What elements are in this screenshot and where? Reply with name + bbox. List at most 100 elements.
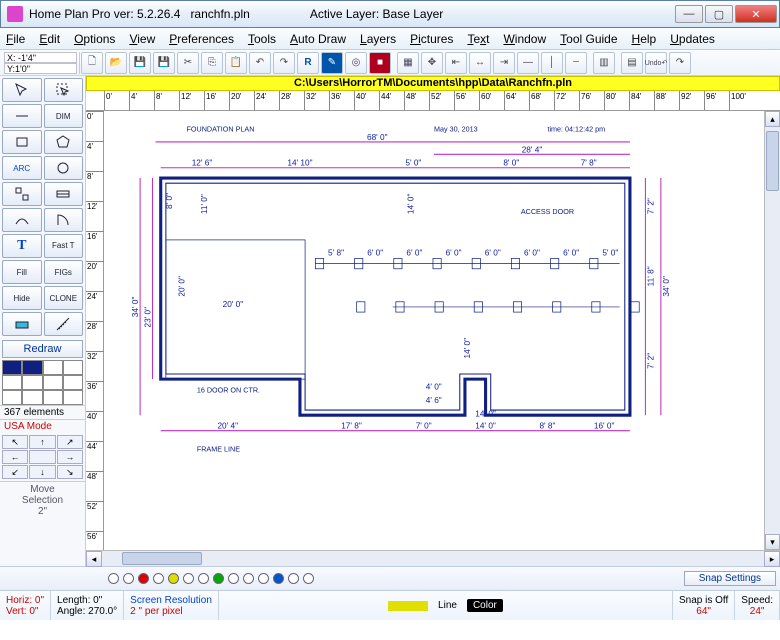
redo-icon[interactable]: ↷ <box>273 52 295 74</box>
color-button[interactable]: Color <box>467 599 503 612</box>
tool-pointer[interactable] <box>2 78 42 102</box>
hscroll-thumb[interactable] <box>122 552 202 565</box>
menu-updates[interactable]: Updates <box>670 32 715 46</box>
move-icon[interactable]: ✥ <box>421 52 443 74</box>
horizontal-scrollbar[interactable]: ◂ ▸ <box>86 550 780 566</box>
svg-text:14' 10": 14' 10" <box>287 159 312 168</box>
tool-curve[interactable] <box>2 208 42 232</box>
tool-select[interactable] <box>44 78 84 102</box>
tool-door[interactable] <box>44 208 84 232</box>
snap-dot-icon[interactable] <box>198 573 209 584</box>
tool-fill[interactable]: Fill <box>2 260 42 284</box>
scroll-right-icon[interactable]: ▸ <box>764 551 780 567</box>
minimize-button[interactable]: — <box>675 5 703 23</box>
menu-file[interactable]: File <box>6 32 25 46</box>
menu-pictures[interactable]: Pictures <box>410 32 453 46</box>
svg-text:7' 2": 7' 2" <box>647 198 656 214</box>
tool-poly[interactable] <box>44 130 84 154</box>
tool-clone[interactable]: CLONE <box>44 286 84 310</box>
new-icon[interactable]: 🗋 <box>81 52 103 74</box>
grid-icon[interactable]: ▦ <box>397 52 419 74</box>
svg-text:16' 0": 16' 0" <box>594 422 615 431</box>
color-swatches[interactable] <box>2 360 83 405</box>
snap-dot-icon[interactable] <box>288 573 299 584</box>
undo-icon[interactable]: ↶ <box>249 52 271 74</box>
vscroll-thumb[interactable] <box>766 131 779 191</box>
snap-bar: Snap Settings <box>0 566 780 590</box>
reg-icon[interactable]: R <box>297 52 319 74</box>
tool-dim[interactable]: DIM <box>44 104 84 128</box>
target-icon[interactable]: ◎ <box>345 52 367 74</box>
tool-arc[interactable]: ARC <box>2 156 42 180</box>
tool-figs[interactable]: FIGs <box>44 260 84 284</box>
cut-icon[interactable]: ✂ <box>177 52 199 74</box>
snap-dot-icon[interactable] <box>123 573 134 584</box>
vline-icon[interactable]: │ <box>541 52 563 74</box>
status-length-angle: Length: 0" Angle: 270.0° <box>51 591 124 620</box>
menu-text[interactable]: Text <box>467 32 489 46</box>
tool-line[interactable] <box>2 104 42 128</box>
menu-layers[interactable]: Layers <box>360 32 396 46</box>
nudge-arrows[interactable]: ↖↑↗ ←→ ↙↓↘ <box>2 435 83 479</box>
tool-rect[interactable] <box>2 130 42 154</box>
paste-icon[interactable]: 📋 <box>225 52 247 74</box>
menu-window[interactable]: Window <box>503 32 546 46</box>
bars-icon[interactable]: ▥ <box>593 52 615 74</box>
menu-autodraw[interactable]: Auto Draw <box>290 32 346 46</box>
undo2-icon[interactable]: Undo↶ <box>645 52 667 74</box>
snap-dot-icon[interactable] <box>258 573 269 584</box>
snap-dot-icon[interactable] <box>138 573 149 584</box>
snap-dot-icon[interactable] <box>108 573 119 584</box>
scroll-down-icon[interactable]: ▾ <box>765 534 780 550</box>
drawing-canvas[interactable]: FOUNDATION PLAN May 30, 2013 time: 04:12… <box>104 111 764 550</box>
snap-dot-icon[interactable] <box>183 573 194 584</box>
menu-tools[interactable]: Tools <box>248 32 276 46</box>
menu-toolguide[interactable]: Tool Guide <box>560 32 617 46</box>
tool-circle[interactable] <box>44 156 84 180</box>
tool-measure[interactable] <box>44 312 84 336</box>
snap-dot-icon[interactable] <box>168 573 179 584</box>
chart-icon[interactable]: ▤ <box>621 52 643 74</box>
tool-text[interactable]: T <box>2 234 42 258</box>
snap-dot-icon[interactable] <box>213 573 224 584</box>
open-icon[interactable]: 📂 <box>105 52 127 74</box>
copy-icon[interactable]: ⎘ <box>201 52 223 74</box>
brush-icon[interactable]: ✎ <box>321 52 343 74</box>
align-l-icon[interactable]: ⇤ <box>445 52 467 74</box>
snap-dot-icon[interactable] <box>228 573 239 584</box>
menu-options[interactable]: Options <box>74 32 115 46</box>
scroll-left-icon[interactable]: ◂ <box>86 551 102 567</box>
menu-preferences[interactable]: Preferences <box>169 32 234 46</box>
menu-edit[interactable]: Edit <box>39 32 60 46</box>
tool-hide[interactable]: Hide <box>2 286 42 310</box>
record-icon[interactable]: ■ <box>369 52 391 74</box>
hline-icon[interactable]: — <box>517 52 539 74</box>
snap-settings-button[interactable]: Snap Settings <box>684 571 776 586</box>
canvas-area: C:\Users\HorrorTM\Documents\hpp\Data\Ran… <box>86 76 780 566</box>
scroll-up-icon[interactable]: ▴ <box>765 111 780 127</box>
redo2-icon[interactable]: ↷ <box>669 52 691 74</box>
snap-dot-icon[interactable] <box>303 573 314 584</box>
snap-dot-icon[interactable] <box>273 573 284 584</box>
save-icon[interactable]: 💾 <box>129 52 151 74</box>
svg-text:11' 8": 11' 8" <box>647 266 656 286</box>
menu-view[interactable]: View <box>129 32 155 46</box>
vertical-scrollbar[interactable]: ▴ ▾ <box>764 111 780 550</box>
tool-wall[interactable] <box>2 182 42 206</box>
redraw-button[interactable]: Redraw <box>2 340 83 358</box>
snap-dot-icon[interactable] <box>153 573 164 584</box>
tool-fast-text[interactable]: Fast T <box>44 234 84 258</box>
dash-icon[interactable]: ┄ <box>565 52 587 74</box>
snap-dot-icon[interactable] <box>243 573 254 584</box>
save-all-icon[interactable]: 💾 <box>153 52 175 74</box>
tool-panel: DIM ARC T Fast T Fill FIGs Hide CLONE Re… <box>0 76 86 566</box>
tool-wall2[interactable] <box>44 182 84 206</box>
align-r-icon[interactable]: ⇥ <box>493 52 515 74</box>
status-resolution: Screen Resolution 2 " per pixel <box>124 591 219 620</box>
menu-help[interactable]: Help <box>632 32 657 46</box>
svg-text:6' 0": 6' 0" <box>524 248 540 257</box>
close-button[interactable]: ✕ <box>735 5 777 23</box>
align-c-icon[interactable]: ↔ <box>469 52 491 74</box>
tool-paint[interactable] <box>2 312 42 336</box>
maximize-button[interactable]: ▢ <box>705 5 733 23</box>
